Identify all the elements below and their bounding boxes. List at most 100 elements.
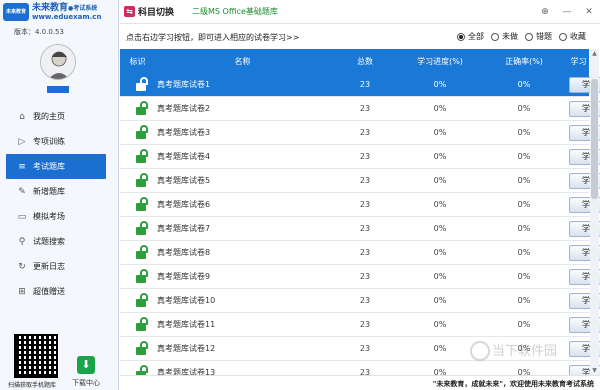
top-bar: ⇆ 科目切换 二级MS Office基础题库 ⊕ — ✕ xyxy=(120,0,600,24)
unlock-icon xyxy=(120,100,155,117)
radio-wrong[interactable] xyxy=(525,32,533,41)
avatar[interactable] xyxy=(40,44,76,80)
edit-icon: ✎ xyxy=(18,186,26,197)
radio-all[interactable] xyxy=(457,32,465,41)
unlock-icon xyxy=(120,316,155,333)
scrollbar[interactable]: ▲ ▼ xyxy=(590,49,599,375)
footer-text: "未来教育，成就未来"，欢迎使用未来教育考试系统 xyxy=(432,380,594,388)
filter-all[interactable]: 全部 xyxy=(457,31,484,42)
radio-favorites[interactable] xyxy=(559,32,567,41)
scroll-thumb[interactable] xyxy=(591,79,598,199)
row-progress: 0% xyxy=(433,104,447,113)
unlock-icon xyxy=(120,172,155,189)
row-name: 真考题库试卷3 xyxy=(157,128,211,137)
table-row[interactable]: 真考题库试卷10230%0%学习 xyxy=(120,289,600,313)
row-progress: 0% xyxy=(433,200,447,209)
row-progress: 0% xyxy=(433,80,447,89)
settings-icon[interactable]: ⊕ xyxy=(534,7,556,17)
table-row[interactable]: 真考题库试卷7230%0%学习 xyxy=(120,217,600,241)
table-body: 真考题库试卷1230%0%学习真考题库试卷2230%0%学习真考题库试卷3230… xyxy=(120,73,600,385)
row-progress: 0% xyxy=(433,176,447,185)
row-progress: 0% xyxy=(433,296,447,305)
gift-icon: ⊞ xyxy=(18,286,26,297)
unlock-icon xyxy=(120,268,155,285)
row-total: 23 xyxy=(359,128,371,137)
row-accuracy: 0% xyxy=(517,320,531,329)
avatar-icon xyxy=(41,45,75,79)
row-progress: 0% xyxy=(433,272,447,281)
table-row[interactable]: 真考题库试卷9230%0%学习 xyxy=(120,265,600,289)
filter-group: 全部 未做 错题 收藏 xyxy=(450,31,586,42)
table-row[interactable]: 真考题库试卷2230%0%学习 xyxy=(120,97,600,121)
brand-logo: 未来教育 xyxy=(3,3,29,21)
play-icon: ▷ xyxy=(18,136,26,147)
scroll-up-icon[interactable]: ▲ xyxy=(590,49,599,58)
user-name-badge xyxy=(47,86,69,93)
row-name: 真考题库试卷6 xyxy=(157,200,211,209)
brand-name: 未来教育●考试系统 xyxy=(32,3,98,13)
table-row[interactable]: 真考题库试卷4230%0%学习 xyxy=(120,145,600,169)
sidebar-item-gifts[interactable]: ⊞ 超值赠送 xyxy=(0,279,119,304)
radio-undone[interactable] xyxy=(491,32,499,41)
row-name: 真考题库试卷12 xyxy=(157,344,216,353)
header-name: 名称 xyxy=(234,56,251,66)
filter-favorites[interactable]: 收藏 xyxy=(559,31,586,42)
filter-wrong[interactable]: 错题 xyxy=(525,31,552,42)
row-name: 真考题库试卷4 xyxy=(157,152,211,161)
row-name: 真考题库试卷9 xyxy=(157,272,211,281)
row-progress: 0% xyxy=(433,320,447,329)
unlock-icon xyxy=(120,220,155,237)
header-accuracy: 正确率(%) xyxy=(505,56,543,66)
row-progress: 0% xyxy=(433,128,447,137)
status-footer: "未来教育，成就未来"，欢迎使用未来教育考试系统 xyxy=(120,375,600,390)
row-name: 真考题库试卷1 xyxy=(157,80,211,89)
row-accuracy: 0% xyxy=(517,104,531,113)
sidebar-item-home[interactable]: ⌂ 我的主页 xyxy=(0,104,119,129)
download-icon[interactable]: ⬇ xyxy=(77,356,95,374)
row-total: 23 xyxy=(359,248,371,257)
window-controls: ⊕ — ✕ xyxy=(534,7,600,17)
table-row[interactable]: 真考题库试卷3230%0%学习 xyxy=(120,121,600,145)
header-flag: 标识 xyxy=(129,56,146,66)
row-accuracy: 0% xyxy=(517,176,531,185)
qr-caption: 扫描获取手机题库 xyxy=(8,382,57,389)
refresh-icon: ↻ xyxy=(18,261,26,272)
table-row[interactable]: 真考题库试卷1230%0%学习 xyxy=(120,73,600,97)
table-row[interactable]: 真考题库试卷5230%0%学习 xyxy=(120,169,600,193)
row-accuracy: 0% xyxy=(517,248,531,257)
table-header: 标识 名称 总数 学习进度(%) 正确率(%) 学习 xyxy=(120,49,589,73)
unlock-icon xyxy=(120,124,155,141)
switch-icon: ⇆ xyxy=(124,6,135,17)
sidebar-item-search[interactable]: ⚲ 试题搜索 xyxy=(0,229,119,254)
sidebar-item-exam-bank[interactable]: ≡ 考试题库 xyxy=(6,154,106,179)
close-icon[interactable]: ✕ xyxy=(578,7,600,17)
unlock-icon xyxy=(120,292,155,309)
row-accuracy: 0% xyxy=(517,80,531,89)
monitor-icon: ▭ xyxy=(17,211,27,222)
row-total: 23 xyxy=(359,320,371,329)
sidebar-item-changelog[interactable]: ↻ 更新日志 xyxy=(0,254,119,279)
sidebar-item-special-training[interactable]: ▷ 专项训练 xyxy=(0,129,119,154)
search-icon: ⚲ xyxy=(18,236,26,247)
table-row[interactable]: 真考题库试卷6230%0%学习 xyxy=(120,193,600,217)
unlock-icon xyxy=(120,244,155,261)
row-progress: 0% xyxy=(433,248,447,257)
scroll-down-icon[interactable]: ▼ xyxy=(590,366,599,375)
row-total: 23 xyxy=(359,200,371,209)
filter-undone[interactable]: 未做 xyxy=(491,31,518,42)
unlock-icon xyxy=(120,76,155,93)
header-total: 总数 xyxy=(357,56,373,66)
minimize-icon[interactable]: — xyxy=(556,7,578,17)
row-total: 23 xyxy=(359,296,371,305)
table-row[interactable]: 真考题库试卷11230%0%学习 xyxy=(120,313,600,337)
sidebar-item-mock-exam[interactable]: ▭ 模拟考场 xyxy=(0,204,119,229)
subject-switch-button[interactable]: ⇆ 科目切换 xyxy=(120,5,174,18)
row-total: 23 xyxy=(359,104,371,113)
sidebar-item-add-bank[interactable]: ✎ 新增题库 xyxy=(0,179,119,204)
download-center-label[interactable]: 下载中心 xyxy=(72,378,100,388)
table-row[interactable]: 真考题库试卷8230%0%学习 xyxy=(120,241,600,265)
row-total: 23 xyxy=(359,272,371,281)
row-accuracy: 0% xyxy=(517,224,531,233)
row-name: 真考题库试卷5 xyxy=(157,176,211,185)
unlock-icon xyxy=(120,196,155,213)
